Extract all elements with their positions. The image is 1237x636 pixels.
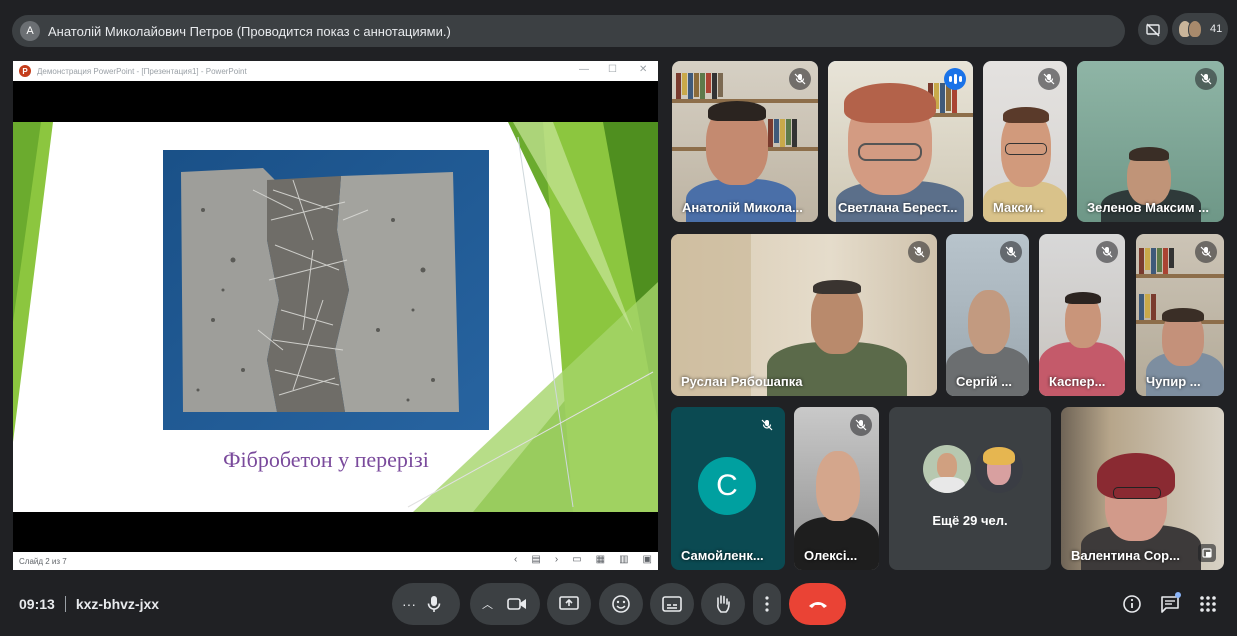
normal-view-icon[interactable]: ▭	[572, 554, 581, 565]
fiber-concrete-photo	[163, 150, 489, 430]
powerpoint-logo-icon: P	[19, 65, 31, 77]
maximize-icon: ☐	[608, 64, 617, 75]
camera-icon[interactable]	[507, 597, 527, 611]
participant-name: Руслан Рябошапка	[681, 374, 803, 389]
mic-off-icon	[1096, 241, 1118, 263]
participants-button[interactable]: 41	[1172, 13, 1228, 45]
reactions-button[interactable]	[599, 583, 643, 625]
participant-tile[interactable]: Сергій ...	[946, 234, 1029, 396]
more-participants-avatars	[923, 445, 1023, 493]
participant-tile[interactable]: Олексі...	[794, 407, 879, 570]
info-icon	[1123, 595, 1141, 613]
participant-tile[interactable]: Чупир ...	[1136, 234, 1224, 396]
participant-tile[interactable]: С Самойленк...	[671, 407, 785, 570]
mic-off-icon	[1195, 241, 1217, 263]
leave-call-button[interactable]	[789, 583, 846, 625]
mic-off-icon	[908, 241, 930, 263]
mic-off-icon	[789, 68, 811, 90]
meeting-info: 09:13 kxz-bhvz-jxx	[19, 596, 159, 612]
slide: Фібробетон у перерізі	[13, 122, 658, 512]
emoji-icon	[612, 595, 630, 613]
concrete-cross-section-image	[163, 150, 489, 430]
participant-name: Анатолій Микола...	[682, 200, 803, 215]
participant-name: Валентина Сор...	[1071, 548, 1180, 563]
more-options-button[interactable]	[753, 583, 781, 625]
presenter-bar[interactable]: А Анатолій Миколайович Петров (Проводитс…	[12, 15, 1125, 47]
notes-icon[interactable]: ▤	[531, 554, 540, 565]
participant-tile[interactable]: Макси...	[983, 61, 1067, 222]
meet-window: А Анатолій Миколайович Петров (Проводитс…	[0, 0, 1237, 636]
present-screen-button[interactable]	[547, 583, 591, 625]
more-vert-icon	[765, 596, 769, 612]
participant-avatar: С	[698, 457, 756, 515]
more-participants-label: Ещё 29 чел.	[932, 513, 1008, 528]
participant-name: Сергій ...	[956, 374, 1013, 389]
participant-tile-speaking[interactable]: Светлана Берест...	[828, 61, 973, 222]
chevron-up-icon[interactable]: ︿	[482, 596, 493, 612]
presentation-off-icon	[1146, 23, 1160, 37]
participant-name: Олексі...	[804, 548, 858, 563]
meeting-details-button[interactable]	[1120, 592, 1144, 616]
participant-avatar	[923, 445, 971, 493]
slide-counter: Слайд 2 из 7	[19, 556, 67, 566]
participant-avatar	[975, 445, 1023, 493]
participant-tile[interactable]: Руслан Рябошапка	[671, 234, 937, 396]
participant-faces-icon	[1178, 20, 1202, 38]
speaking-indicator-icon	[944, 68, 966, 90]
unread-badge	[1175, 592, 1181, 598]
mic-control[interactable]: ···	[392, 583, 460, 625]
mic-off-icon	[1000, 241, 1022, 263]
sorter-view-icon[interactable]: ▦	[596, 554, 605, 565]
hand-icon	[717, 595, 730, 613]
clock: 09:13	[19, 596, 55, 612]
end-call-icon	[808, 602, 827, 608]
participant-tile[interactable]: Валентина Сор...	[1061, 407, 1224, 570]
participant-tile[interactable]: Анатолій Микола...	[672, 61, 818, 222]
participant-name: Макси...	[993, 200, 1044, 215]
present-icon	[559, 596, 579, 610]
minimize-icon: —	[579, 64, 589, 75]
ppt-window-title: Демонстрация PowerPoint - [Презентация1]…	[37, 66, 247, 76]
pin-icon[interactable]	[1198, 544, 1216, 562]
slide-caption: Фібробетон у перерізі	[223, 447, 429, 472]
hide-presentation-button[interactable]	[1138, 15, 1168, 45]
captions-icon	[662, 596, 682, 612]
mic-off-icon	[1038, 68, 1060, 90]
raise-hand-button[interactable]	[701, 583, 745, 625]
apps-grid-icon	[1200, 596, 1216, 612]
participant-count: 41	[1210, 23, 1223, 35]
more-audio-options-icon[interactable]: ···	[402, 596, 416, 612]
captions-button[interactable]	[650, 583, 694, 625]
participant-name: Чупир ...	[1146, 374, 1201, 389]
camera-control[interactable]: ︿	[470, 583, 540, 625]
more-participants-tile[interactable]: Ещё 29 чел.	[889, 407, 1051, 570]
participant-name: Зеленов Максим ...	[1087, 200, 1209, 215]
divider	[64, 596, 66, 612]
participant-tile[interactable]: Каспер...	[1039, 234, 1125, 396]
presenter-label: Анатолій Миколайович Петров (Проводится …	[48, 23, 451, 39]
mic-off-icon	[756, 414, 778, 436]
participant-name: Самойленк...	[681, 548, 764, 563]
ppt-titlebar: P Демонстрация PowerPoint - [Презентация…	[13, 61, 658, 81]
participant-name: Светлана Берест...	[838, 200, 958, 215]
activities-button[interactable]	[1196, 592, 1220, 616]
ppt-view-controls: ‹ ▤ › ▭ ▦ ▥ ▣	[514, 554, 652, 565]
mic-off-icon	[1195, 68, 1217, 90]
prev-slide-icon[interactable]: ‹	[514, 554, 517, 565]
mic-off-icon	[850, 414, 872, 436]
microphone-icon[interactable]	[426, 595, 442, 613]
presenter-avatar: А	[20, 21, 40, 41]
participant-name: Каспер...	[1049, 374, 1106, 389]
shared-screen: P Демонстрация PowerPoint - [Презентация…	[13, 61, 658, 570]
close-icon: ✕	[639, 64, 648, 75]
participant-tile[interactable]: Зеленов Максим ...	[1077, 61, 1224, 222]
slideshow-icon[interactable]: ▣	[643, 554, 652, 565]
meeting-code[interactable]: kxz-bhvz-jxx	[76, 596, 159, 612]
chat-button[interactable]	[1158, 592, 1182, 616]
reading-view-icon[interactable]: ▥	[619, 554, 628, 565]
ppt-statusbar: Слайд 2 из 7 ‹ ▤ › ▭ ▦ ▥ ▣	[13, 552, 658, 570]
next-slide-icon[interactable]: ›	[555, 554, 558, 565]
